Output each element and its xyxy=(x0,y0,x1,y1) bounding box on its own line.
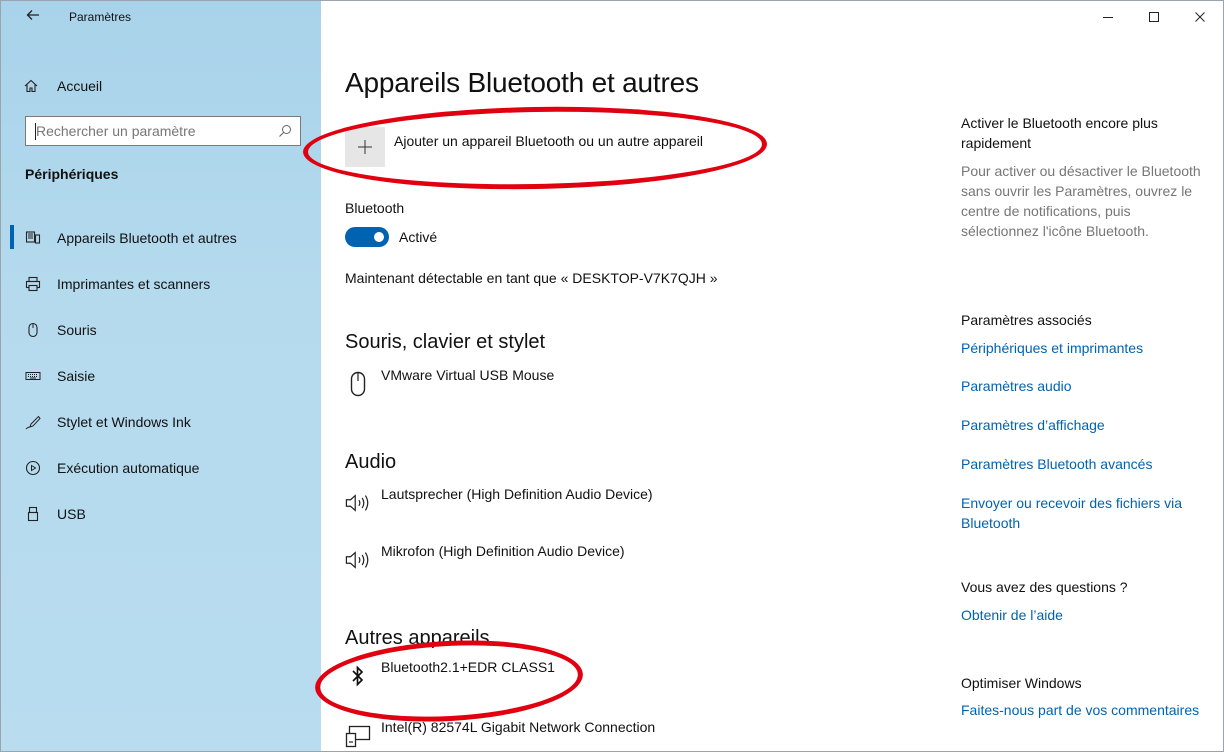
link-send-receive-files[interactable]: Envoyer ou recevoir des fichiers via Blu… xyxy=(961,493,1201,533)
network-icon xyxy=(345,721,371,751)
search-box[interactable] xyxy=(25,116,301,146)
group-title-mouse: Souris, clavier et stylet xyxy=(345,331,546,353)
sidebar-item-usb[interactable]: USB xyxy=(1,491,321,537)
sidebar-item-typing[interactable]: Saisie xyxy=(1,353,321,399)
home-icon xyxy=(23,78,39,94)
device-item[interactable]: Lautsprecher (High Definition Audio Devi… xyxy=(345,486,653,518)
quick-bluetooth-desc: Pour activer ou désactiver le Bluetooth … xyxy=(961,163,1201,239)
link-devices-printers[interactable]: Périphériques et imprimantes xyxy=(961,338,1201,358)
usb-icon xyxy=(25,506,41,522)
sidebar-item-label: Saisie xyxy=(57,368,96,384)
sidebar-section-title: Périphériques xyxy=(25,166,119,182)
device-item[interactable]: Mikrofon (High Definition Audio Device) xyxy=(345,543,625,575)
add-device-label: Ajouter un appareil Bluetooth ou un autr… xyxy=(394,133,703,149)
keyboard-icon xyxy=(25,368,41,384)
sidebar-item-autoplay[interactable]: Exécution automatique xyxy=(1,445,321,491)
search-icon[interactable] xyxy=(278,124,292,138)
sidebar-item-label: Souris xyxy=(57,322,97,338)
link-audio-settings[interactable]: Paramètres audio xyxy=(961,376,1201,396)
device-name: Mikrofon (High Definition Audio Device) xyxy=(381,543,625,559)
sidebar-item-label: Stylet et Windows Ink xyxy=(57,414,191,430)
sidebar-item-mouse[interactable]: Souris xyxy=(1,307,321,353)
sidebar-item-label: Appareils Bluetooth et autres xyxy=(57,230,237,246)
search-input[interactable] xyxy=(26,117,266,145)
sidebar-item-bluetooth[interactable]: Appareils Bluetooth et autres xyxy=(1,215,321,261)
link-display-settings[interactable]: Paramètres d’affichage xyxy=(961,415,1201,435)
sidebar: Paramètres Accueil Périphériques Apparei… xyxy=(1,1,321,751)
questions-title: Vous avez des questions ? xyxy=(961,579,1128,595)
sidebar-item-label: Imprimantes et scanners xyxy=(57,276,211,292)
device-name: Lautsprecher (High Definition Audio Devi… xyxy=(381,486,653,502)
pen-icon xyxy=(25,414,41,430)
window-title: Paramètres xyxy=(69,10,132,24)
link-feedback[interactable]: Faites-nous part de vos commentaires xyxy=(961,700,1201,720)
speaker-icon xyxy=(345,545,371,575)
mouse-icon xyxy=(25,322,41,338)
plus-icon xyxy=(345,127,385,167)
device-name: VMware Virtual USB Mouse xyxy=(381,367,555,383)
bluetooth-icon xyxy=(345,661,371,691)
sidebar-item-label: USB xyxy=(57,506,86,522)
main-content: Appareils Bluetooth et autres Ajouter un… xyxy=(302,1,931,751)
printer-icon xyxy=(25,276,41,292)
text-caret xyxy=(35,123,36,140)
side-panel: Activer le Bluetooth encore plus rapidem… xyxy=(961,1,1211,751)
sidebar-item-label: Exécution automatique xyxy=(57,460,200,476)
settings-window: Paramètres Accueil Périphériques Apparei… xyxy=(0,0,1224,752)
group-title-other: Autres appareils xyxy=(345,627,490,649)
device-item[interactable]: VMware Virtual USB Mouse xyxy=(345,367,554,399)
discoverable-text: Maintenant détectable en tant que « DESK… xyxy=(345,270,718,286)
sidebar-item-pen[interactable]: Stylet et Windows Ink xyxy=(1,399,321,445)
bluetooth-devices-icon xyxy=(25,230,41,246)
speaker-icon xyxy=(345,488,371,518)
device-name: Bluetooth2.1+EDR CLASS1 xyxy=(381,659,555,675)
bluetooth-state: Activé xyxy=(399,229,438,245)
link-get-help[interactable]: Obtenir de l’aide xyxy=(961,605,1201,625)
quick-bluetooth-title: Activer le Bluetooth encore plus rapidem… xyxy=(961,115,1158,151)
device-name: Intel(R) 82574L Gigabit Network Connecti… xyxy=(381,719,656,735)
nav-home[interactable]: Accueil xyxy=(23,75,102,97)
bluetooth-label: Bluetooth xyxy=(345,200,405,216)
group-title-audio: Audio xyxy=(345,451,397,473)
bluetooth-toggle-row: Activé xyxy=(345,227,437,247)
add-device-button[interactable]: Ajouter un appareil Bluetooth ou un autr… xyxy=(345,127,703,167)
back-arrow-icon[interactable] xyxy=(25,7,43,25)
sidebar-nav: Appareils Bluetooth et autres Imprimante… xyxy=(1,215,321,537)
link-advanced-bluetooth[interactable]: Paramètres Bluetooth avancés xyxy=(961,454,1201,474)
nav-home-label: Accueil xyxy=(57,78,103,94)
improve-windows-title: Optimiser Windows xyxy=(961,675,1082,691)
device-item[interactable]: Bluetooth2.1+EDR CLASS1 xyxy=(345,659,555,691)
sidebar-item-printers[interactable]: Imprimantes et scanners xyxy=(1,261,321,307)
related-settings-title: Paramètres associés xyxy=(961,312,1092,328)
autoplay-icon xyxy=(25,460,41,476)
bluetooth-toggle[interactable] xyxy=(345,227,389,247)
mouse-icon xyxy=(345,369,371,399)
device-item[interactable]: Intel(R) 82574L Gigabit Network Connecti… xyxy=(345,719,655,751)
page-title: Appareils Bluetooth et autres xyxy=(345,67,699,98)
